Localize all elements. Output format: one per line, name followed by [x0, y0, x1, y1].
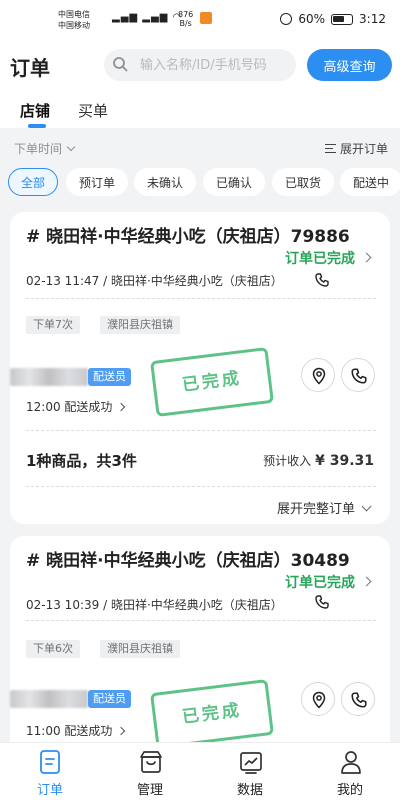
- nav-orders[interactable]: 订单: [0, 743, 100, 800]
- order-meta: 02-13 10:39 / 晓田祥·中华经典小吃（庆祖店）: [26, 598, 283, 612]
- location-pin-icon: [312, 367, 326, 385]
- call-courier-button[interactable]: [341, 358, 375, 392]
- delivery-status[interactable]: 11:00 配送成功: [26, 722, 124, 739]
- item-summary: 1种商品，共3件: [26, 452, 137, 470]
- order-count-tag: 下单6次: [26, 640, 80, 658]
- alarm-icon: [280, 13, 293, 25]
- order-time-filter[interactable]: 下单时间: [14, 140, 76, 157]
- nav-manage[interactable]: 管理: [100, 743, 200, 800]
- network-speed-value: 876: [178, 10, 194, 19]
- bottom-nav: 订单 管理 数据 我的: [0, 742, 400, 800]
- completed-stamp: 已完成: [150, 347, 274, 417]
- courier-name-redacted: [10, 690, 88, 708]
- order-meta: 02-13 11:47 / 晓田祥·中华经典小吃（庆祖店）: [26, 274, 283, 288]
- header: 订单 高级查询 店铺 买单: [0, 40, 400, 128]
- battery-icon: [331, 13, 354, 25]
- chip-preorder[interactable]: 预订单: [66, 168, 128, 196]
- phone-icon[interactable]: [314, 594, 330, 610]
- order-card[interactable]: # 晓田祥·中华经典小吃（庆祖店）30489 订单已完成 02-13 10:39…: [10, 536, 390, 749]
- chip-all[interactable]: 全部: [8, 168, 58, 196]
- divider: [26, 298, 376, 299]
- expand-orders-toggle[interactable]: 展开订单: [324, 140, 388, 157]
- courier-name-redacted: [10, 368, 88, 386]
- profile-icon: [341, 751, 361, 774]
- chevron-down-icon: [66, 142, 76, 152]
- advanced-search-button[interactable]: 高级查询: [307, 49, 392, 81]
- chip-picked-up[interactable]: 已取货: [272, 168, 334, 196]
- nav-label: 数据: [236, 783, 263, 798]
- estimated-income-label: 预计收入: [263, 454, 312, 468]
- nav-profile[interactable]: 我的: [300, 743, 400, 800]
- location-tag: 濮阳县庆祖镇: [100, 316, 180, 334]
- tab-pay-bill[interactable]: 买单: [78, 100, 108, 121]
- order-status[interactable]: 订单已完成: [285, 248, 370, 268]
- location-tag: 濮阳县庆祖镇: [100, 640, 180, 658]
- carrier-info: 中国电信 中国移动: [58, 9, 90, 31]
- phone-icon[interactable]: [314, 272, 330, 288]
- phone-icon: [351, 368, 367, 384]
- location-button[interactable]: [301, 358, 335, 392]
- courier-badge: 配送员: [88, 368, 131, 386]
- order-card[interactable]: # 晓田祥·中华经典小吃（庆祖店）79886 订单已完成 02-13 11:47…: [10, 212, 390, 524]
- status-bar: 中国电信 中国移动 ▂▄▆ ▂▄▆ ◠ 876 B/s 60% 3:12: [0, 0, 400, 40]
- order-title: # 晓田祥·中华经典小吃（庆祖店）79886: [26, 227, 350, 247]
- nav-data[interactable]: 数据: [200, 743, 300, 800]
- courier-badge: 配送员: [88, 690, 131, 708]
- orders-icon: [40, 750, 60, 774]
- network-speed: 876 B/s: [178, 10, 193, 28]
- location-pin-icon: [312, 691, 326, 709]
- order-time-label: 下单时间: [14, 142, 63, 156]
- chip-unconfirmed[interactable]: 未确认: [134, 168, 196, 196]
- manage-icon: [140, 751, 162, 773]
- search-box[interactable]: [104, 49, 296, 81]
- search-input[interactable]: [140, 49, 290, 81]
- nav-label: 订单: [36, 783, 63, 798]
- chip-confirmed[interactable]: 已确认: [203, 168, 265, 196]
- divider: [26, 430, 376, 431]
- filter-row: 下单时间 展开订单: [0, 128, 400, 164]
- order-status[interactable]: 订单已完成: [285, 572, 370, 592]
- battery-percent: 60%: [298, 12, 326, 26]
- app-notification-icon: [200, 12, 212, 24]
- order-count-tag: 下单7次: [26, 316, 80, 334]
- search-icon: [113, 57, 128, 72]
- carrier-telecom: 中国电信: [58, 10, 90, 19]
- estimated-income-value: ¥ 39.31: [315, 453, 374, 469]
- chip-delivering[interactable]: 配送中: [340, 168, 400, 196]
- expand-full-order-button[interactable]: 展开完整订单: [277, 498, 370, 517]
- divider: [26, 486, 376, 487]
- clock: 3:12: [359, 12, 386, 26]
- list-icon: [324, 144, 336, 153]
- status-filter-chips: 全部 预订单 未确认 已确认 已取货 配送中: [0, 166, 400, 202]
- nav-label: 我的: [336, 783, 363, 798]
- expand-orders-label: 展开订单: [339, 142, 388, 156]
- page-title: 订单: [10, 56, 50, 80]
- tab-store[interactable]: 店铺: [20, 100, 50, 121]
- phone-icon: [351, 692, 367, 708]
- estimated-income: 预计收入 ¥ 39.31: [263, 452, 374, 469]
- call-courier-button[interactable]: [341, 682, 375, 716]
- data-chart-icon: [240, 752, 262, 774]
- completed-stamp: 已完成: [150, 679, 274, 749]
- nav-label: 管理: [136, 783, 163, 798]
- network-speed-unit: B/s: [179, 19, 192, 28]
- carrier-mobile: 中国移动: [58, 21, 90, 30]
- divider: [26, 620, 376, 621]
- order-title: # 晓田祥·中华经典小吃（庆祖店）30489: [26, 551, 350, 571]
- delivery-status[interactable]: 12:00 配送成功: [26, 398, 124, 415]
- signal-icon: ▂▄▆ ▂▄▆ ◠: [112, 12, 183, 23]
- location-button[interactable]: [301, 682, 335, 716]
